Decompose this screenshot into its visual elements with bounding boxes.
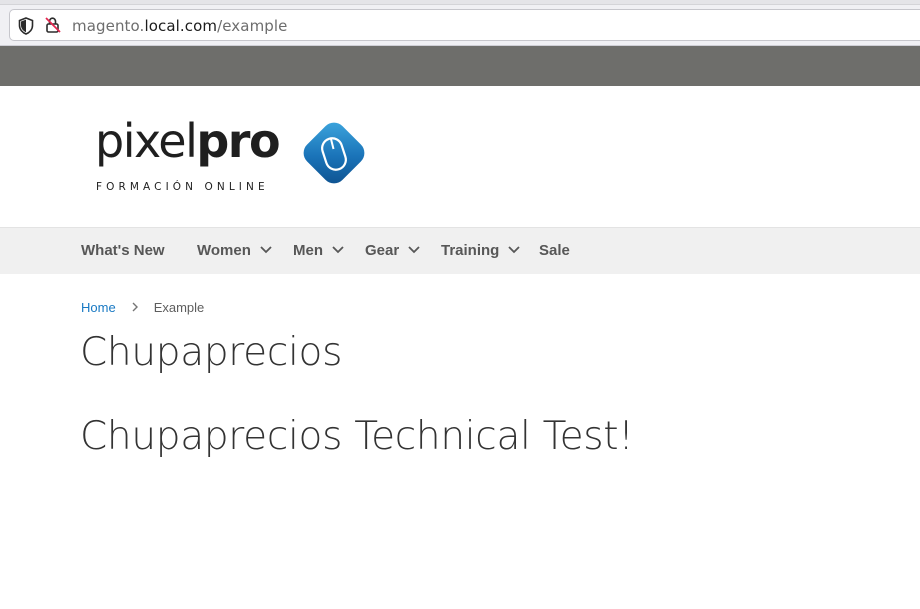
nav-item-whats-new[interactable]: What's New [81,242,165,262]
breadcrumb-current: Example [153,300,205,315]
store-logo[interactable]: pixelpro FORMACIÓN ONLINE [95,118,375,198]
chevron-down-icon [332,245,344,253]
url-prefix: magento. [72,17,145,35]
mouse-logo-icon [303,122,365,184]
browser-toolbar: magento.local.com/example [0,0,920,46]
breadcrumb: Home Example [81,300,204,315]
tab-strip [0,0,920,5]
url-text[interactable]: magento.local.com/example [72,17,288,35]
nav-item-label: Gear [365,242,400,259]
main-navigation: What's New Women Men Gear Training Sale [0,227,920,274]
chevron-down-icon [508,245,520,253]
url-path: /example [217,17,288,35]
chevron-down-icon [408,245,420,253]
url-domain: local.com [144,17,218,35]
nav-item-label: Men [293,242,323,259]
insecure-lock-icon[interactable] [44,16,62,34]
logo-wordmark: pixelpro [95,118,281,164]
nav-item-label: Sale [539,242,570,259]
page-title: Chupaprecios [80,330,343,375]
page-heading: Chupaprecios Technical Test! [80,414,634,459]
logo-word-light: pixel [95,114,198,168]
panel-header [0,46,920,86]
nav-item-label: Training [441,242,500,259]
nav-item-sale[interactable]: Sale [539,242,570,262]
nav-item-label: What's New [81,242,165,259]
chevron-down-icon [260,245,272,253]
logo-tagline: FORMACIÓN ONLINE [96,181,269,193]
nav-item-women[interactable]: Women [197,242,273,262]
nav-item-men[interactable]: Men [293,242,345,262]
nav-item-gear[interactable]: Gear [365,242,421,262]
nav-item-label: Women [197,242,251,259]
chevron-right-icon [132,302,138,312]
address-bar[interactable]: magento.local.com/example [9,9,920,41]
breadcrumb-home-link[interactable]: Home [81,300,116,315]
logo-word-bold: pro [196,114,280,168]
nav-item-training[interactable]: Training [441,242,521,262]
shield-icon[interactable] [18,17,34,35]
